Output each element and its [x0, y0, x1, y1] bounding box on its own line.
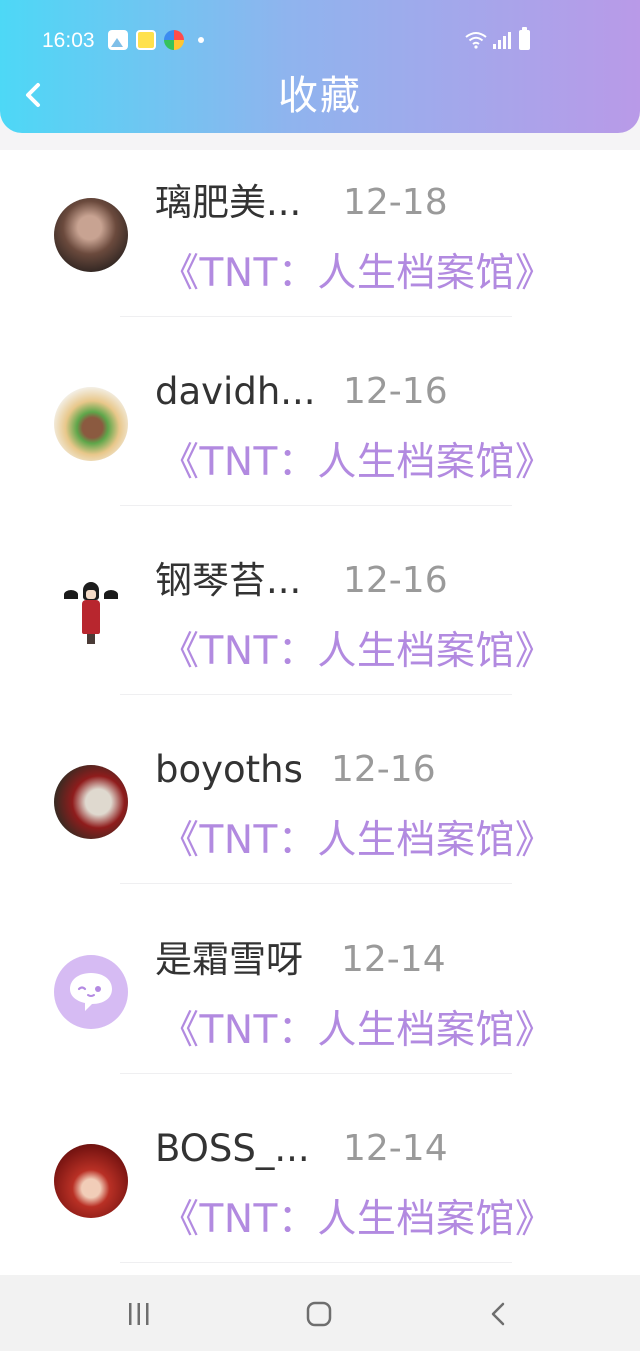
- notification-dot-icon: [198, 37, 204, 43]
- list-item[interactable]: 璃肥美... 12-18 《TNT：人生档案馆》: [0, 150, 640, 338]
- system-nav-bar: [0, 1275, 640, 1351]
- list-item[interactable]: boyoths 12-16 《TNT：人生档案馆》: [0, 717, 640, 905]
- divider: [120, 316, 512, 317]
- date: 12-16: [331, 749, 436, 790]
- divider: [120, 694, 512, 695]
- username[interactable]: boyoths: [155, 747, 303, 793]
- bat-icon: [104, 590, 118, 599]
- food-avatar[interactable]: [54, 387, 128, 461]
- book-title[interactable]: 《TNT：人生档案馆》: [160, 1007, 554, 1055]
- book-title[interactable]: 《TNT：人生档案馆》: [160, 1196, 554, 1244]
- divider: [120, 883, 512, 884]
- date: 12-14: [341, 939, 446, 980]
- default-chat-avatar[interactable]: [54, 955, 128, 1029]
- app-header: 16:03 收藏: [0, 0, 640, 133]
- photo-avatar[interactable]: [54, 198, 128, 272]
- home-icon[interactable]: [306, 1301, 332, 1327]
- username[interactable]: 是霜雪呀: [155, 937, 303, 983]
- back-icon[interactable]: [486, 1301, 512, 1327]
- bat-icon: [64, 590, 78, 599]
- red-hood-avatar[interactable]: [54, 1144, 128, 1218]
- list-item[interactable]: 钢琴苔... 12-16 《TNT：人生档案馆》: [0, 528, 640, 716]
- signal-icon: [493, 32, 511, 49]
- chibi-avatar[interactable]: [54, 576, 128, 650]
- divider: [120, 1073, 512, 1074]
- list-item[interactable]: BOSS_... 12-14 《TNT：人生档案馆》: [0, 1096, 640, 1275]
- chibi-character-icon: [81, 582, 101, 648]
- book-title[interactable]: 《TNT：人生档案馆》: [160, 439, 554, 487]
- status-time: 16:03: [42, 29, 95, 52]
- date: 12-16: [343, 560, 448, 601]
- book-title[interactable]: 《TNT：人生档案馆》: [160, 817, 554, 865]
- list-item[interactable]: 是霜雪呀 12-14 《TNT：人生档案馆》: [0, 907, 640, 1095]
- username[interactable]: davidh...: [155, 369, 316, 415]
- app-notification-icon: [136, 30, 156, 50]
- gallery-icon: [108, 30, 128, 50]
- date: 12-18: [343, 182, 448, 223]
- book-title[interactable]: 《TNT：人生档案馆》: [160, 250, 554, 298]
- list-item[interactable]: davidh... 12-16 《TNT：人生档案馆》: [0, 339, 640, 527]
- username[interactable]: 璃肥美...: [155, 180, 301, 226]
- username[interactable]: 钢琴苔...: [155, 558, 301, 604]
- book-title[interactable]: 《TNT：人生档案馆》: [160, 628, 554, 676]
- date: 12-16: [343, 371, 448, 412]
- status-bar: 16:03: [0, 0, 640, 80]
- wifi-icon: [465, 32, 487, 49]
- page-title: 收藏: [278, 73, 362, 119]
- divider: [120, 1262, 512, 1263]
- date: 12-14: [343, 1128, 448, 1169]
- divider: [120, 505, 512, 506]
- favorites-list: 璃肥美... 12-18 《TNT：人生档案馆》 davidh... 12-16…: [0, 150, 640, 1275]
- chat-bubble-icon: [70, 973, 112, 1011]
- battery-icon: [519, 27, 530, 50]
- colorful-app-icon: [164, 30, 184, 50]
- brooch-avatar[interactable]: [54, 765, 128, 839]
- username[interactable]: BOSS_...: [155, 1126, 310, 1172]
- recent-apps-icon[interactable]: [126, 1301, 152, 1327]
